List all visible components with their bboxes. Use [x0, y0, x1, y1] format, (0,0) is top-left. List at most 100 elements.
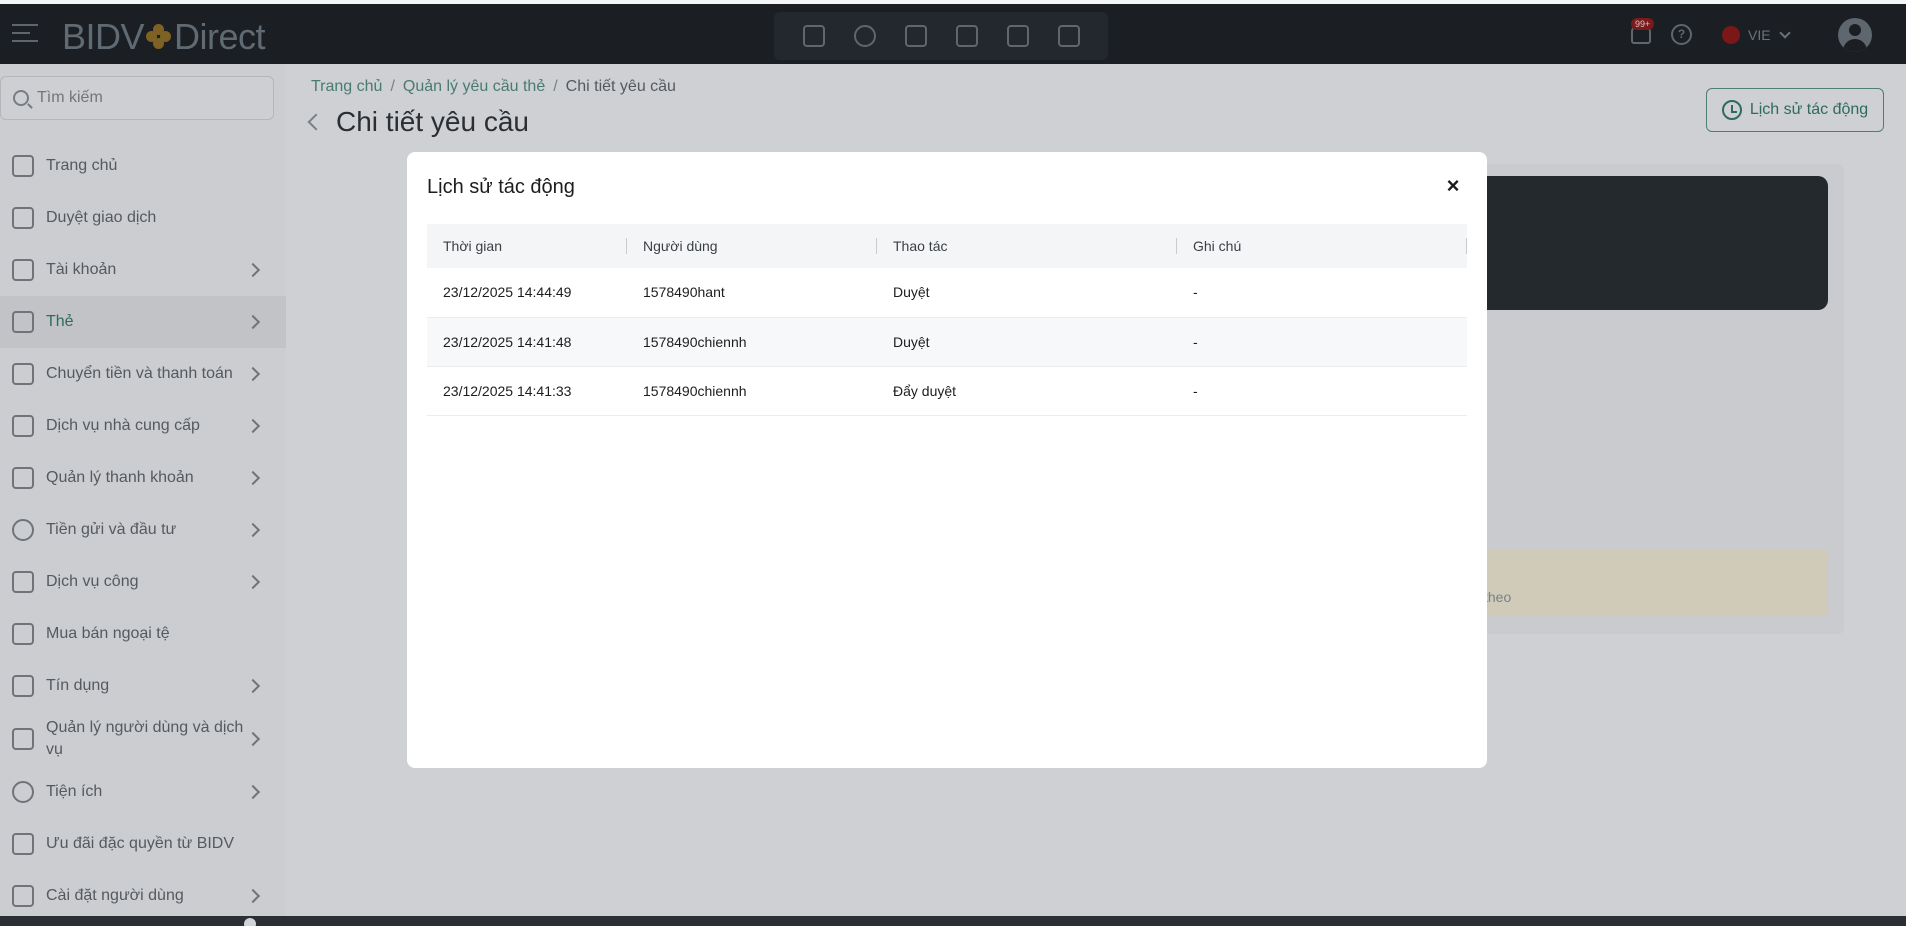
page-title: Chi tiết yêu cầu — [307, 106, 529, 138]
history-button-label: Lịch sử tác động — [1749, 101, 1869, 118]
cell-note: - — [1177, 317, 1467, 367]
language-selector[interactable]: VIE — [1722, 26, 1791, 44]
cell-time: 23/12/2025 14:41:33 — [427, 366, 627, 416]
breadcrumb-home[interactable]: Trang chủ — [311, 78, 382, 96]
cell-action: Duyệt — [877, 317, 1177, 367]
sidebar-item-label: Duyệt giao dịch — [46, 209, 157, 226]
user-settings-icon — [12, 885, 34, 907]
modal-title: Lịch sử tác động — [427, 176, 575, 198]
vietnam-flag-icon — [1722, 26, 1740, 44]
cell-action: Đẩy duyệt — [877, 366, 1177, 416]
sidebar-item[interactable]: Ưu đãi đặc quyền từ BIDV — [0, 818, 286, 870]
sidebar-item[interactable]: Dịch vụ công — [0, 556, 286, 608]
table-icon[interactable] — [904, 25, 927, 47]
sidebar-item[interactable]: Quản lý người dùng và dịch vụ — [0, 712, 286, 766]
sidebar-item-label: Mua bán ngoại tệ — [46, 625, 170, 642]
history-modal: Lịch sử tác động × Thời gian Người dùng … — [407, 152, 1487, 768]
chevron-down-icon — [1778, 27, 1791, 39]
sidebar-item-label: Trang chủ — [46, 157, 118, 174]
search-icon — [13, 90, 29, 106]
transfer-icon — [12, 363, 34, 385]
notification-badge: 99+ — [1631, 18, 1655, 30]
grid-icon[interactable] — [955, 25, 978, 47]
cell-note: - — [1177, 268, 1467, 318]
quick-tools-bar — [774, 12, 1108, 60]
scroll-indicator[interactable] — [244, 918, 256, 926]
search-box — [0, 76, 274, 120]
column-header-user: Người dùng — [627, 224, 877, 268]
card-icon — [12, 311, 34, 333]
breadcrumb-separator: / — [553, 78, 558, 95]
logo-text-right: Direct — [174, 16, 266, 57]
sidebar-item[interactable]: Mua bán ngoại tệ — [0, 608, 286, 660]
notice-text: theo — [1484, 589, 1512, 605]
privilege-icon — [12, 833, 34, 855]
liquidity-icon — [12, 467, 34, 489]
globe-icon[interactable] — [853, 25, 876, 47]
sidebar-item[interactable]: Chuyển tiền và thanh toán — [0, 348, 286, 400]
back-chevron-icon[interactable] — [307, 113, 325, 131]
history-table: Thời gian Người dùng Thao tác Ghi chú 23… — [427, 224, 1467, 416]
document-icon[interactable] — [1006, 25, 1029, 47]
cell-user: 1578490chiennh — [627, 366, 877, 416]
language-label: VIE — [1748, 27, 1771, 43]
approve-document-icon — [12, 207, 34, 229]
cell-action: Duyệt — [877, 268, 1177, 318]
logo-text-left: BIDV — [62, 16, 145, 57]
cash-icon[interactable] — [802, 25, 825, 47]
sidebar-item[interactable]: Quản lý thanh khoản — [0, 452, 286, 504]
sidebar-item[interactable]: Tiện ích — [0, 766, 286, 818]
breadcrumb-separator: / — [390, 78, 395, 95]
cell-time: 23/12/2025 14:44:49 — [427, 268, 627, 318]
bottom-bar — [0, 916, 1906, 926]
card-image — [1456, 176, 1828, 310]
user-avatar[interactable] — [1838, 18, 1872, 52]
breadcrumb-current: Chi tiết yêu cầu — [565, 78, 676, 95]
public-service-icon — [12, 571, 34, 593]
utility-icon — [12, 781, 34, 803]
sliders-icon[interactable] — [1057, 25, 1080, 47]
sidebar-item-label: Ưu đãi đặc quyền từ BIDV — [46, 835, 235, 852]
breadcrumb: Trang chủ / Quản lý yêu cầu thẻ / Chi ti… — [311, 78, 676, 96]
column-header-time: Thời gian — [427, 224, 627, 268]
sidebar-item[interactable]: Dịch vụ nhà cung cấp — [0, 400, 286, 452]
account-icon — [12, 259, 34, 281]
top-header: BIDV Direct 99+ ? VIE — [0, 4, 1906, 64]
cell-user: 1578490chiennh — [627, 317, 877, 367]
home-icon — [12, 155, 34, 177]
sidebar-item[interactable]: Tiền gửi và đầu tư — [0, 504, 286, 556]
column-header-note: Ghi chú — [1177, 224, 1467, 268]
sidebar-item[interactable]: Duyệt giao dịch — [0, 192, 286, 244]
breadcrumb-parent[interactable]: Quản lý yêu cầu thẻ — [403, 78, 545, 96]
sidebar: Trang chủ Duyệt giao dịch Tài khoảnThẻChuy… — [0, 64, 286, 916]
provider-icon — [12, 415, 34, 437]
table-row: 23/12/2025 14:44:49 1578490hant Duyệt - — [427, 268, 1467, 318]
column-header-action: Thao tác — [877, 224, 1177, 268]
bidv-direct-logo[interactable]: BIDV Direct — [62, 16, 266, 58]
search-input[interactable] — [37, 89, 257, 107]
history-table-body: 23/12/2025 14:44:49 1578490hant Duyệt -23/1… — [427, 268, 1467, 416]
sidebar-nav: Trang chủ Duyệt giao dịch Tài khoản Thẻ Chuy… — [0, 140, 286, 922]
sidebar-item[interactable]: Tài khoản — [0, 244, 286, 296]
cell-note: - — [1177, 366, 1467, 416]
help-icon[interactable]: ? — [1671, 24, 1692, 45]
forex-icon — [12, 623, 34, 645]
menu-toggle-icon[interactable] — [12, 24, 38, 46]
credit-icon — [12, 675, 34, 697]
notice-box — [1456, 550, 1828, 616]
table-row: 23/12/2025 14:41:48 1578490chiennh Duyệt - — [427, 317, 1467, 367]
sidebar-item[interactable]: Thẻ — [0, 296, 286, 348]
bidv-flower-icon — [146, 24, 172, 50]
sidebar-item[interactable]: Trang chủ — [0, 140, 286, 192]
history-button[interactable]: Lịch sử tác động — [1706, 88, 1884, 132]
close-icon[interactable]: × — [1443, 175, 1463, 197]
cell-user: 1578490hant — [627, 268, 877, 318]
table-row: 23/12/2025 14:41:33 1578490chiennh Đẩy duy… — [427, 366, 1467, 416]
sidebar-item[interactable]: Tín dụng — [0, 660, 286, 712]
user-management-icon — [12, 728, 34, 750]
deposit-icon — [12, 519, 34, 541]
page-title-text: Chi tiết yêu cầu — [336, 106, 529, 137]
cell-time: 23/12/2025 14:41:48 — [427, 317, 627, 367]
sidebar-item[interactable]: Cài đặt người dùng — [0, 870, 286, 922]
history-clock-icon — [1721, 100, 1742, 120]
